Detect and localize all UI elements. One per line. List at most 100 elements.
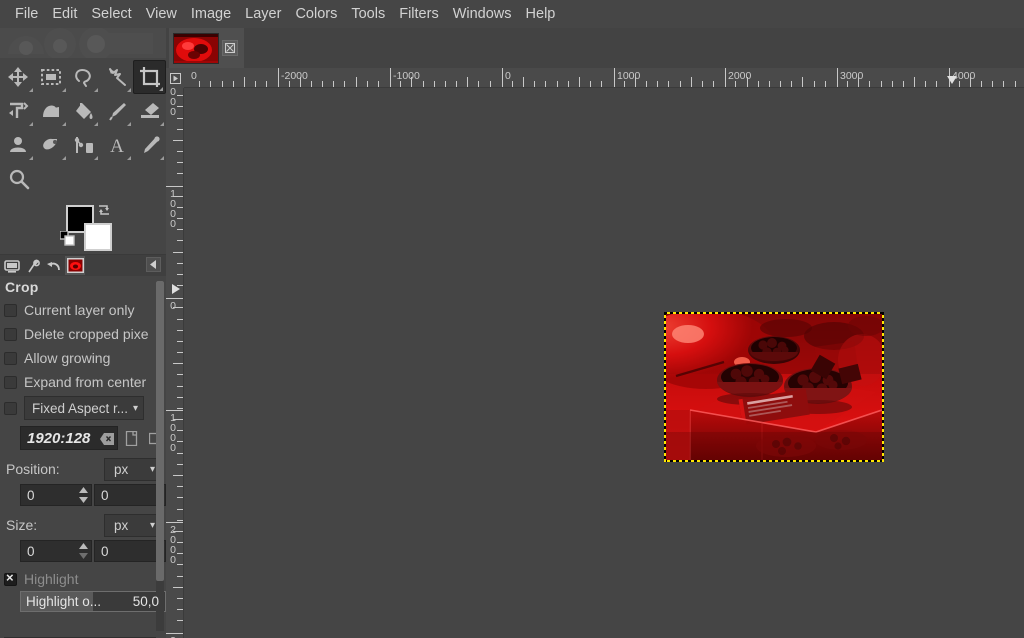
menu-view[interactable]: View	[139, 3, 184, 25]
menu-layer[interactable]: Layer	[238, 3, 288, 25]
option-delete-cropped-pixels[interactable]: Delete cropped pixe	[4, 322, 166, 346]
tab-device-status[interactable]	[2, 256, 22, 275]
option-current-layer-only[interactable]: Current layer only	[4, 298, 166, 322]
option-fixed-aspect[interactable]: Fixed Aspect r... ▾	[4, 394, 166, 422]
aspect-ratio-input[interactable]: 1920:128	[20, 426, 118, 450]
tool-options-body: Current layer only Delete cropped pixe A…	[0, 298, 166, 612]
warp-transform-tool-icon[interactable]	[35, 94, 68, 128]
image-tab[interactable]	[169, 28, 244, 68]
ruler-minor-tick	[847, 81, 848, 87]
bucket-fill-tool-icon[interactable]	[68, 94, 101, 128]
dock-menu-button[interactable]	[146, 257, 161, 272]
tool-triangle-icon	[127, 88, 132, 92]
checkbox-delete-cropped-pixels[interactable]	[4, 327, 17, 341]
tool-options-scrollbar-thumb[interactable]	[156, 281, 164, 581]
tab-tool-options[interactable]	[23, 256, 43, 275]
image-canvas[interactable]	[185, 89, 1024, 638]
free-select-tool-icon[interactable]	[68, 60, 101, 94]
ruler-minor-tick	[177, 597, 183, 599]
smudge-tool-icon[interactable]	[2, 128, 35, 162]
ruler-minor-tick	[173, 530, 183, 532]
swap-colors-icon[interactable]	[97, 203, 111, 217]
svg-text:A: A	[110, 136, 124, 156]
unified-transform-tool-icon[interactable]	[2, 94, 35, 128]
images-thumb-icon	[66, 258, 84, 273]
menu-colors[interactable]: Colors	[288, 3, 344, 25]
ink-tool-icon[interactable]	[68, 128, 101, 162]
horizontal-ruler[interactable]: 0 -2000 -1000 0 1000 2000 3000 4000	[184, 68, 1024, 88]
checkbox-highlight[interactable]	[4, 571, 17, 586]
ruler-minor-tick	[422, 81, 424, 87]
option-allow-growing[interactable]: Allow growing	[4, 346, 166, 370]
ruler-minor-tick	[243, 77, 245, 87]
tool-triangle-icon	[28, 88, 33, 92]
text-tool-icon[interactable]: A	[100, 128, 133, 162]
ruler-major-tick	[390, 68, 391, 87]
wilber-drop-area[interactable]	[0, 28, 166, 58]
left-dock: A Crop Current layer only Delete cropped…	[0, 28, 166, 638]
ruler-minor-tick	[858, 77, 860, 87]
crop-tool-icon[interactable]	[133, 60, 166, 94]
checkbox-current-layer-only[interactable]	[4, 303, 17, 317]
menu-file[interactable]: File	[8, 3, 45, 25]
size-unit-combo[interactable]: px ▾	[104, 513, 160, 537]
crop-selection-marching-ants[interactable]	[664, 312, 884, 462]
vertical-ruler[interactable]: 00010000100020003	[166, 88, 184, 638]
menu-image[interactable]: Image	[184, 3, 238, 25]
checkbox-allow-growing[interactable]	[4, 351, 17, 365]
tool-options-scrollbar[interactable]	[156, 281, 164, 631]
zoom-tool-icon[interactable]	[2, 162, 35, 196]
tab-images[interactable]	[65, 256, 85, 275]
aspect-ratio-row: 1920:128	[20, 424, 166, 452]
size-fields: 0 0	[20, 538, 166, 564]
ruler-minor-tick	[545, 81, 547, 87]
option-highlight[interactable]: Highlight	[4, 568, 166, 590]
position-y-value: 0	[101, 487, 109, 503]
clear-entry-icon[interactable]	[99, 431, 114, 446]
ruler-minor-tick	[768, 81, 770, 87]
menu-filters[interactable]: Filters	[392, 3, 445, 25]
tab-undo-history[interactable]	[44, 256, 64, 275]
ruler-minor-tick	[456, 81, 458, 87]
paintbrush-tool-icon[interactable]	[100, 94, 133, 128]
position-unit-value: px	[114, 461, 129, 477]
size-width-stepper[interactable]	[78, 542, 89, 560]
menu-select[interactable]: Select	[84, 3, 138, 25]
ruler-minor-tick	[177, 452, 183, 454]
position-x-stepper[interactable]	[78, 486, 89, 504]
ruler-minor-tick	[1003, 81, 1005, 87]
ruler-minor-tick	[679, 81, 681, 87]
ruler-minor-tick	[713, 81, 714, 87]
eraser-tool-icon[interactable]	[133, 94, 166, 128]
rectangle-select-tool-icon[interactable]	[35, 60, 68, 94]
label-size: Size:	[6, 517, 38, 533]
option-expand-from-center[interactable]: Expand from center	[4, 370, 166, 394]
color-picker-tool-icon[interactable]	[133, 128, 166, 162]
checkbox-expand-from-center[interactable]	[4, 375, 17, 389]
tool-options-icon	[28, 259, 40, 272]
ruler-unit-menu-icon[interactable]	[166, 68, 184, 88]
fuzzy-select-tool-icon[interactable]	[100, 60, 133, 94]
fixed-aspect-combo[interactable]: Fixed Aspect r... ▾	[24, 396, 144, 420]
menu-windows[interactable]: Windows	[446, 3, 519, 25]
default-colors-icon[interactable]	[60, 231, 76, 247]
close-tab-icon[interactable]	[222, 40, 238, 56]
ruler-minor-tick	[177, 240, 183, 242]
menu-tools[interactable]: Tools	[344, 3, 392, 25]
position-unit-combo[interactable]: px ▾	[104, 457, 160, 481]
background-color-swatch[interactable]	[84, 223, 112, 251]
menu-help[interactable]: Help	[519, 3, 563, 25]
menu-edit[interactable]: Edit	[45, 3, 84, 25]
portrait-ratio-icon[interactable]	[121, 426, 142, 450]
ruler-major-tick	[837, 68, 838, 87]
ruler-major-tick	[166, 298, 183, 299]
move-tool-icon[interactable]	[2, 60, 35, 94]
tool-triangle-icon	[94, 156, 99, 160]
ruler-minor-tick	[173, 251, 183, 253]
size-width-input[interactable]: 0	[20, 540, 92, 562]
ruler-minor-tick	[177, 162, 183, 164]
position-x-input[interactable]: 0	[20, 484, 92, 506]
highlight-opacity-slider[interactable]: Highlight o... 50,0	[20, 591, 166, 612]
checkbox-fixed[interactable]	[4, 401, 17, 415]
clone-tool-icon[interactable]	[35, 128, 68, 162]
